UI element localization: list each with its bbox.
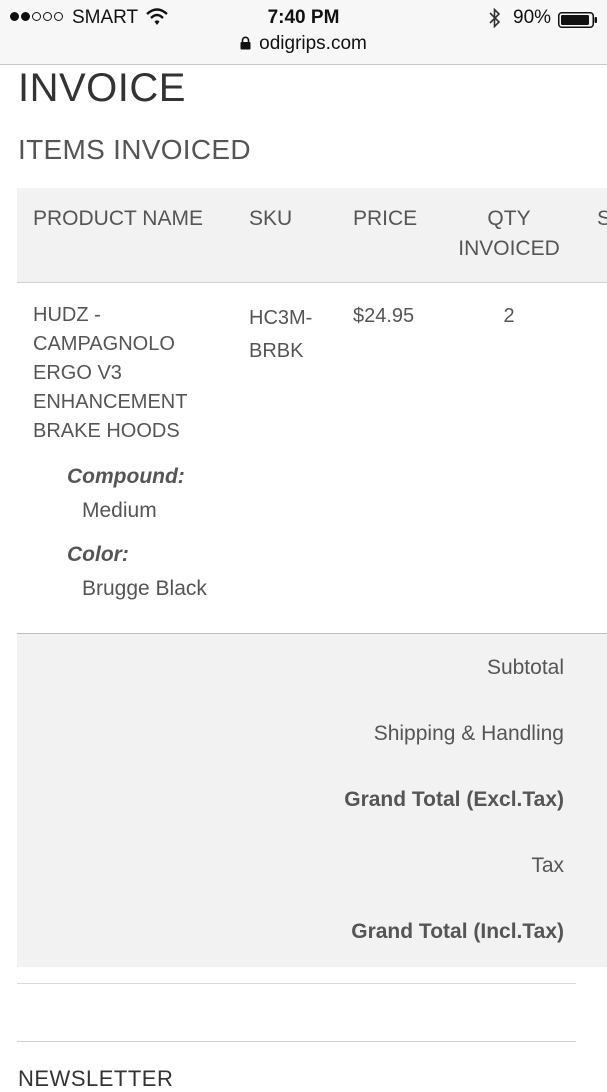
items-table-header: PRODUCT NAME SKU PRICE QTY INVOICED S [17, 188, 607, 283]
grand-total-incl-tax-label: Grand Total (Incl.Tax) [351, 920, 564, 943]
grand-total-excl-tax-label: Grand Total (Excl.Tax) [344, 788, 564, 811]
url-text: odigrips.com [259, 33, 367, 54]
option-label-color: Color: [67, 543, 129, 566]
column-header-qty-invoiced: QTY INVOICED [458, 207, 560, 260]
option-value-compound: Medium [82, 499, 157, 522]
section-title: ITEMS INVOICED [18, 134, 251, 165]
qty-invoiced-cell: 2 [503, 305, 515, 327]
sku-cell: HC3M- BRBK [249, 307, 313, 362]
product-name-cell: HUDZ - CAMPAGNOLO ERGO V3 ENHANCEMENT BR… [33, 304, 188, 442]
lock-icon [240, 36, 251, 50]
totals-section: Subtotal Shipping & Handling Grand Total… [17, 633, 607, 967]
column-header-price: PRICE [353, 207, 418, 230]
newsletter-heading: NEWSLETTER [18, 1066, 174, 1091]
shipping-handling-label: Shipping & Handling [373, 722, 564, 745]
price-cell: $24.95 [353, 305, 415, 327]
subtotal-label: Subtotal [486, 656, 564, 679]
tax-label: Tax [531, 854, 564, 877]
status-bar: SMART 7:40 PM 90% odigrips.com [0, 0, 607, 65]
battery-percentage: 90% [513, 7, 552, 28]
battery-icon [558, 12, 597, 28]
divider [17, 983, 576, 984]
status-row: SMART 7:40 PM 90% [0, 3, 607, 31]
bluetooth-icon [489, 8, 501, 28]
page-title: INVOICE [18, 66, 186, 110]
option-value-color: Brugge Black [82, 577, 207, 600]
column-header-product-name: PRODUCT NAME [33, 207, 203, 230]
divider [17, 1041, 576, 1042]
option-label-compound: Compound: [67, 465, 185, 488]
address-bar[interactable]: odigrips.com [0, 33, 607, 55]
column-header-sku: SKU [249, 207, 293, 230]
column-header-subtotal: S [597, 207, 607, 230]
